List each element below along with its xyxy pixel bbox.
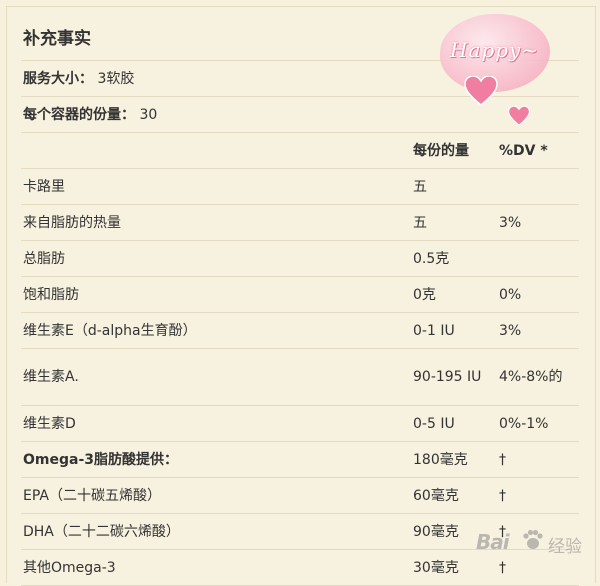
heart-icon [508,106,530,126]
serving-size-value: 3软胶 [97,70,135,87]
happy-sticker: Happy~ [436,8,586,128]
paw-icon [520,528,544,552]
nutrient-name: Omega-3脂肪酸提供： [21,441,411,478]
happy-text: Happy~ [450,38,540,62]
nutrient-dv: 0%-1% [497,405,579,442]
watermark-brand: Bai [476,530,510,554]
nutrient-name: 其他Omega-3 [21,549,411,586]
nutrient-name: EPA（二十碳五烯酸） [21,477,411,514]
table-row: 卡路里 五 [21,168,579,205]
nutrient-name: 维生素D [21,405,411,442]
servings-per-container-value: 30 [139,106,158,123]
table-row: 维生素E（d-alpha生育酚） 0-1 IU 3% [21,312,579,349]
table-row: Omega-3脂肪酸提供： 180毫克 † [21,441,579,478]
servings-per-container-label: 每个容器的份量： [23,106,135,123]
nutrient-dv: 4%-8%的 [497,348,579,406]
column-header-row: 每份的量 %DV * [21,132,579,169]
dv-header: %DV * [497,132,579,169]
serving-size-label: 服务大小： [23,70,93,87]
nutrient-dv: 3% [497,204,579,241]
nutrient-dv: † [497,477,579,514]
nutrient-name: 饱和脂肪 [21,276,411,313]
nutrient-dv [497,240,579,277]
nutrient-name: 总脂肪 [21,240,411,277]
table-row: 维生素D 0-5 IU 0%-1% [21,405,579,442]
table-row: 总脂肪 0.5克 [21,240,579,277]
nutrient-name: 维生素A. [21,348,411,406]
nutrient-amount: 0-1 IU [411,312,497,349]
nutrient-amount: 60毫克 [411,477,497,514]
table-row: 饱和脂肪 0克 0% [21,276,579,313]
watermark: Bai 经验 [470,522,594,562]
table-row: 来自脂肪的热量 五 3% [21,204,579,241]
nutrient-amount: 180毫克 [411,441,497,478]
nutrient-name: 卡路里 [21,168,411,205]
amount-header: 每份的量 [411,132,497,169]
nutrient-amount: 0克 [411,276,497,313]
nutrient-dv: † [497,441,579,478]
table-row: 维生素A. 90-195 IU 4%-8%的 [21,348,579,406]
nutrient-amount: 五 [411,204,497,241]
nutrient-dv: 0% [497,276,579,313]
nutrient-name: DHA（二十二碳六烯酸） [21,513,411,550]
watermark-text: 经验 [548,537,582,557]
nutrient-dv [497,168,579,205]
nutrient-amount: 0.5克 [411,240,497,277]
nutrient-amount: 五 [411,168,497,205]
nutrient-dv: 3% [497,312,579,349]
nutrient-name: 维生素E（d-alpha生育酚） [21,312,411,349]
heart-icon [464,76,498,106]
nutrient-name: 来自脂肪的热量 [21,204,411,241]
table-row: EPA（二十碳五烯酸） 60毫克 † [21,477,579,514]
nutrient-amount: 0-5 IU [411,405,497,442]
nutrient-amount: 90-195 IU [411,348,497,406]
